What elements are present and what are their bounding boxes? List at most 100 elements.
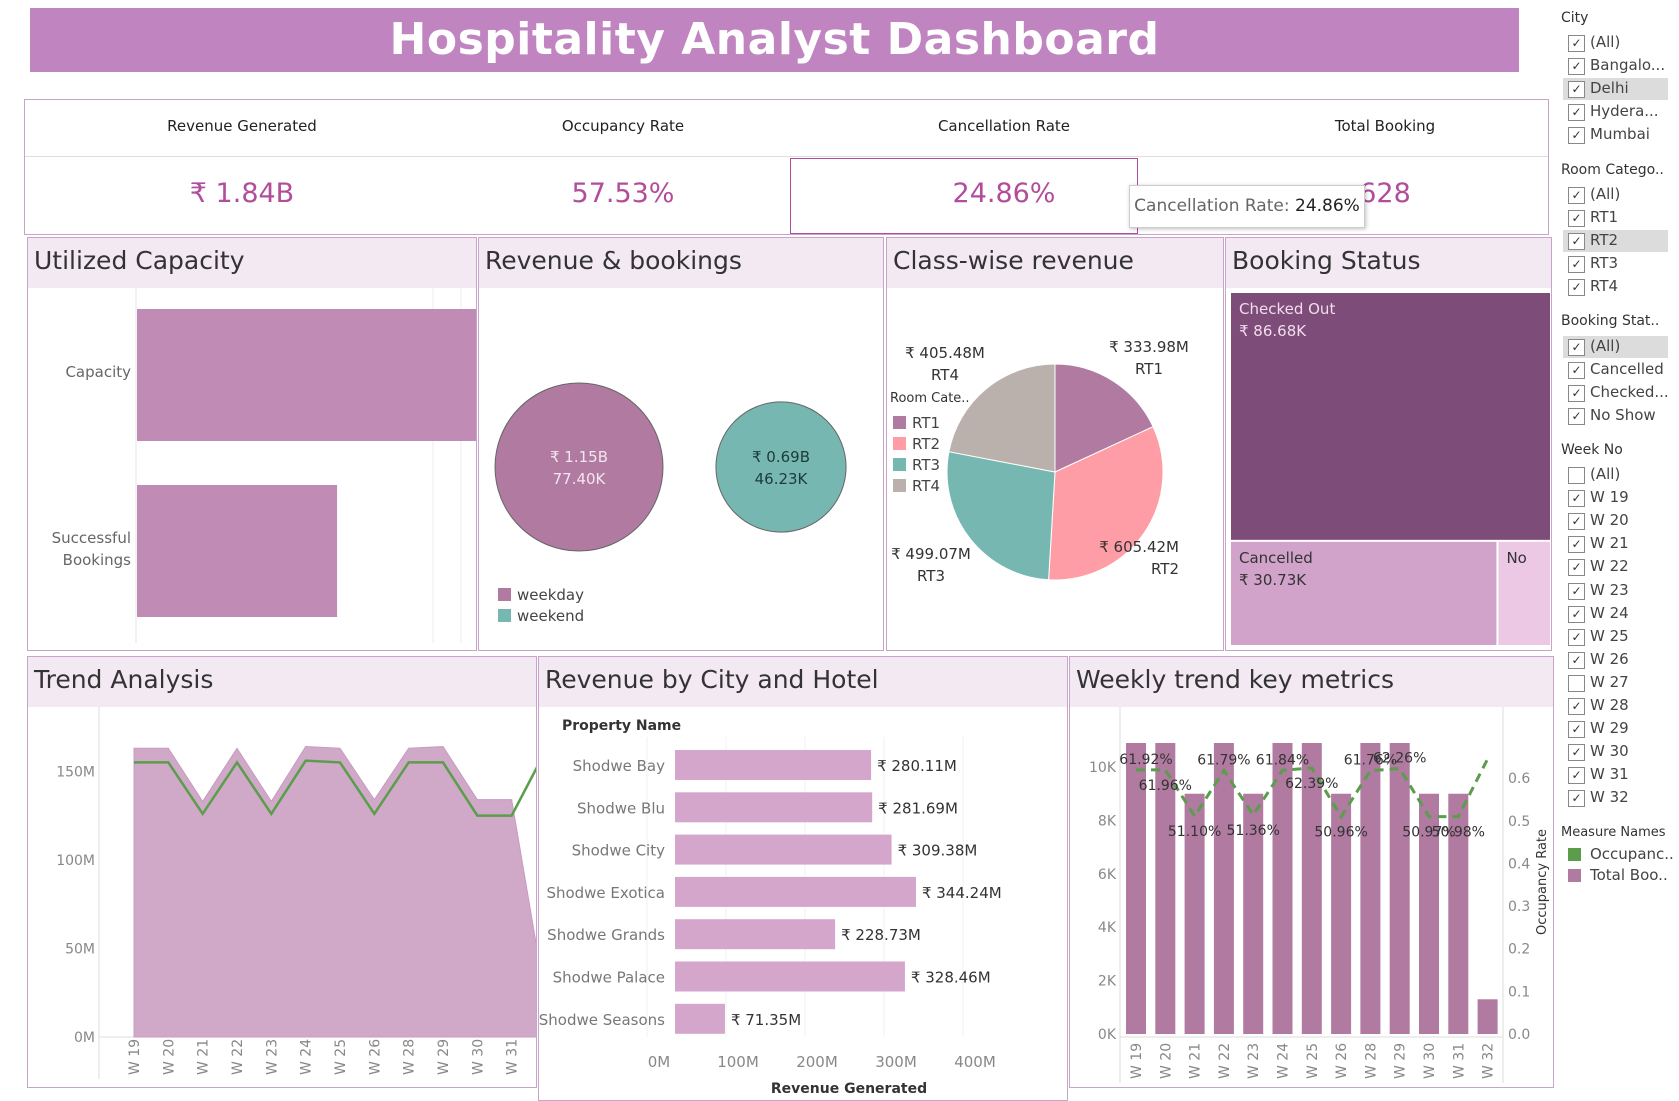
slice-name-label: RT3 — [917, 567, 945, 585]
legend-measure-option[interactable]: Occupanc.. — [1563, 844, 1674, 866]
filter-room-option[interactable]: ✓ RT2 — [1563, 230, 1668, 252]
filter-city-option[interactable]: ✓ (All) — [1563, 32, 1668, 54]
checkbox-icon[interactable]: ✓ — [1568, 104, 1585, 121]
category-label: Successful — [52, 529, 131, 547]
x-tick-label: 0M — [648, 1053, 671, 1071]
kpi-value-occupancy[interactable]: 57.53% — [433, 178, 813, 209]
filter-city-option[interactable]: ✓ Mumbai — [1563, 124, 1668, 146]
filter-booking-option[interactable]: ✓ No Show — [1563, 405, 1668, 427]
weekly-trend-chart: 0K 2K 4K 6K 8K 10K 0.0 0.1 0.2 0.3 0.4 0.5 0.6 Occupa… — [1089, 707, 1550, 1083]
checkbox-icon[interactable]: ✓ — [1568, 408, 1585, 425]
checkbox-icon[interactable]: ✓ — [1568, 339, 1585, 356]
filter-room-option[interactable]: ✓ (All) — [1563, 184, 1668, 206]
legend-measure-option[interactable]: Total Boo.. — [1563, 865, 1668, 887]
checkbox-icon[interactable]: ✓ — [1568, 513, 1585, 531]
filter-week-option[interactable]: ✓ W 29 — [1563, 718, 1668, 740]
filter-booking-option[interactable]: ✓ Checked... — [1563, 382, 1669, 404]
checkbox-icon[interactable]: ✓ — [1568, 651, 1585, 669]
filter-room-option-label: RT3 — [1590, 254, 1619, 272]
checkbox-icon[interactable]: ✓ — [1568, 187, 1585, 204]
filter-room-option[interactable]: ✓ RT4 — [1563, 276, 1668, 298]
left-tick-label: 2K — [1098, 974, 1117, 990]
x-tick-label: W 29 — [436, 1039, 452, 1075]
checkbox-icon[interactable] — [1568, 674, 1585, 692]
filter-room-option[interactable]: ✓ RT1 — [1563, 207, 1668, 229]
x-tick-label: W 24 — [1276, 1043, 1292, 1079]
checkbox-icon[interactable]: ✓ — [1568, 628, 1585, 646]
checkbox-icon[interactable]: ✓ — [1568, 385, 1585, 402]
checkbox-icon[interactable]: ✓ — [1568, 790, 1585, 808]
right-tick-label: 0.4 — [1508, 856, 1530, 872]
filter-week-option[interactable]: ✓ W 23 — [1563, 580, 1668, 602]
left-tick-label: 4K — [1098, 920, 1117, 936]
x-axis-title: Revenue Generated — [771, 1081, 927, 1097]
checkbox-icon[interactable]: ✓ — [1568, 256, 1585, 273]
revenue-bookings-chart: ₹ 1.15B 77.40K weekday ₹ 0.69B 46.23K weekend — [494, 382, 847, 625]
filter-week-option[interactable]: W 27 — [1563, 672, 1668, 694]
checkbox-icon[interactable]: ✓ — [1568, 233, 1585, 250]
filter-week-option[interactable]: ✓ W 31 — [1563, 764, 1668, 786]
x-tick-label: W 30 — [470, 1039, 486, 1075]
category-label: Capacity — [65, 363, 131, 381]
checkbox-icon[interactable]: ✓ — [1568, 58, 1585, 75]
checkbox-icon[interactable]: ✓ — [1568, 698, 1585, 715]
filter-week-option[interactable]: ✓ W 25 — [1563, 626, 1668, 648]
checkbox-icon[interactable]: ✓ — [1568, 490, 1585, 508]
filter-week-option[interactable]: ✓ W 21 — [1563, 533, 1668, 555]
filter-week-option[interactable]: ✓ W 22 — [1563, 556, 1668, 578]
filter-room-option[interactable]: ✓ RT3 — [1563, 253, 1668, 275]
filter-header-room: Room Catego.. — [1561, 162, 1664, 178]
filter-city-option[interactable]: ✓ Hydera... — [1563, 101, 1668, 123]
filter-week-option-label: W 21 — [1590, 534, 1629, 553]
bar — [675, 792, 873, 823]
checkbox-icon[interactable]: ✓ — [1568, 721, 1585, 739]
checkbox-icon[interactable] — [1568, 467, 1585, 484]
checkbox-icon[interactable]: ✓ — [1568, 536, 1585, 554]
filter-city-option[interactable]: ✓ Delhi — [1563, 78, 1668, 100]
checkbox-icon[interactable]: ✓ — [1568, 744, 1585, 762]
checkbox-icon[interactable]: ✓ — [1568, 35, 1585, 52]
checkbox-icon[interactable]: ✓ — [1568, 362, 1585, 379]
checkbox-icon[interactable]: ✓ — [1568, 127, 1585, 144]
x-tick-label: 100M — [717, 1053, 759, 1071]
bubble — [494, 382, 664, 552]
x-tick-label: 300M — [875, 1053, 917, 1071]
kpi-value-revenue[interactable]: ₹ 1.84B — [52, 178, 432, 209]
point-value-label: 50.96% — [1314, 825, 1367, 841]
x-tick-label: W 25 — [1305, 1043, 1321, 1079]
category-label: Shodwe Bay — [573, 757, 665, 775]
kpi-label-revenue: Revenue Generated — [167, 117, 317, 135]
filter-week-option[interactable]: ✓ W 20 — [1563, 510, 1668, 532]
filter-week-option-label: W 30 — [1590, 742, 1629, 761]
legend-swatch — [893, 416, 906, 429]
bar-value-label: ₹ 328.46M — [911, 969, 991, 987]
checkbox-icon[interactable]: ✓ — [1568, 279, 1585, 296]
bar — [1477, 999, 1498, 1034]
filter-week-option[interactable]: ✓ W 30 — [1563, 741, 1668, 763]
checkbox-icon[interactable]: ✓ — [1568, 81, 1585, 98]
filter-week-option[interactable]: (All) — [1563, 464, 1668, 486]
category-label: Shodwe Exotica — [546, 884, 665, 902]
checkbox-icon[interactable]: ✓ — [1568, 582, 1585, 600]
bar-value-label: ₹ 280.11M — [877, 757, 957, 775]
filter-week-option[interactable]: ✓ W 19 — [1563, 487, 1668, 509]
bar — [675, 919, 836, 950]
filter-city-option[interactable]: ✓ Bangalo... — [1563, 55, 1668, 77]
filter-week-option[interactable]: ✓ W 32 — [1563, 787, 1668, 809]
checkbox-icon[interactable]: ✓ — [1568, 605, 1585, 623]
filter-booking-option[interactable]: ✓ (All) — [1563, 336, 1668, 358]
bar — [675, 876, 916, 907]
y-tick-label: 0M — [74, 1030, 95, 1046]
filter-week-option[interactable]: ✓ W 28 — [1563, 695, 1668, 717]
checkbox-icon[interactable]: ✓ — [1568, 210, 1585, 227]
checkbox-icon[interactable]: ✓ — [1568, 767, 1585, 785]
category-label: Bookings — [63, 551, 132, 569]
checkbox-icon[interactable]: ✓ — [1568, 559, 1585, 577]
tile-value-label: ₹ 86.68K — [1239, 322, 1307, 340]
filter-week-option-label: W 27 — [1590, 672, 1629, 691]
filter-room-option-label: (All) — [1590, 185, 1621, 203]
filter-booking-option[interactable]: ✓ Cancelled — [1563, 359, 1668, 381]
filter-booking-option-label: Cancelled — [1590, 360, 1664, 378]
filter-week-option[interactable]: ✓ W 24 — [1563, 603, 1668, 625]
filter-week-option[interactable]: ✓ W 26 — [1563, 649, 1668, 671]
